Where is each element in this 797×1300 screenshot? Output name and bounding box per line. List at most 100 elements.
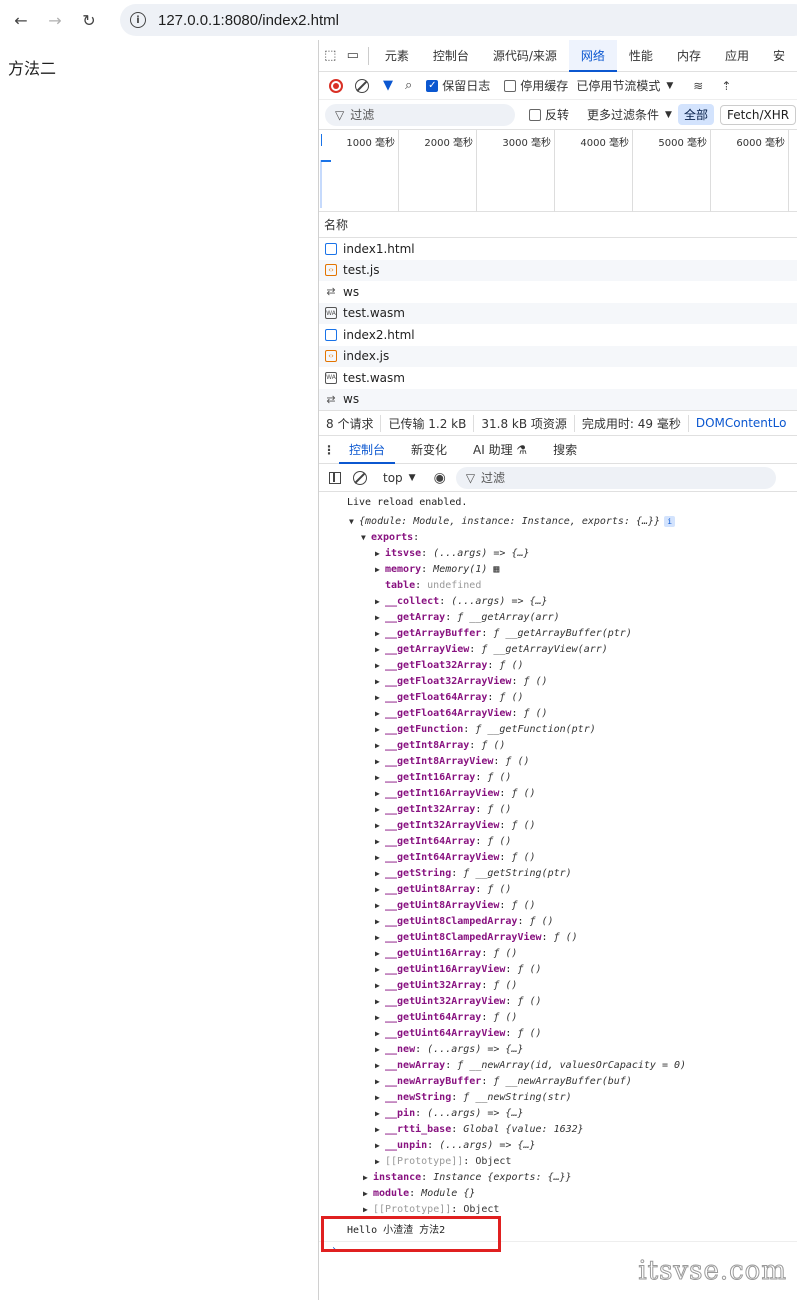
collapsed-triangle-icon[interactable]: ▶ (375, 738, 385, 754)
console-exports-node[interactable]: ▼ exports: (319, 530, 797, 546)
console-property[interactable]: ▶ __getUint8ClampedArrayView: ƒ () (319, 930, 797, 946)
reload-icon[interactable]: ↻ (76, 7, 102, 33)
collapsed-triangle-icon[interactable]: ▶ (375, 818, 385, 834)
console-sidebar-icon[interactable] (329, 471, 341, 484)
collapsed-triangle-icon[interactable]: ▶ (375, 1058, 385, 1074)
forward-icon[interactable]: → (42, 7, 68, 33)
console-filter-input[interactable]: ▽ 过滤 (455, 466, 776, 489)
console-property[interactable]: ▶ __unpin: (...args) => {…} (319, 1138, 797, 1154)
console-property[interactable]: ▶ itsvse: (...args) => {…} (319, 546, 797, 562)
filter-icon[interactable]: ▼ (383, 78, 393, 93)
more-filters-button[interactable]: 更多过滤条件 (587, 106, 659, 123)
url-text[interactable]: 127.0.0.1:8080/index2.html (158, 12, 339, 29)
disable-cache-checkbox[interactable] (504, 79, 517, 92)
collapsed-triangle-icon[interactable]: ▶ (375, 562, 385, 578)
collapsed-triangle-icon[interactable]: ▶ (375, 706, 385, 722)
collapsed-triangle-icon[interactable]: ▶ (375, 1074, 385, 1090)
request-row[interactable]: index1.html (319, 238, 797, 260)
drawer-tab[interactable]: 控制台 (339, 436, 396, 464)
console-property[interactable]: ▶ __getInt32Array: ƒ () (319, 802, 797, 818)
device-toolbar-icon[interactable]: ▭ (342, 48, 365, 63)
request-row[interactable]: ⇄ ws (319, 281, 797, 303)
console-property[interactable]: ▶ __newString: ƒ __newString(str) (319, 1090, 797, 1106)
request-row[interactable]: WA test.wasm (319, 302, 797, 324)
console-property[interactable]: ▶ module: Module {} (319, 1186, 797, 1202)
devtools-tab[interactable]: 元素 (373, 40, 421, 72)
collapsed-triangle-icon[interactable]: ▶ (375, 674, 385, 690)
console-property[interactable]: ▶ __collect: (...args) => {…} (319, 594, 797, 610)
console-property[interactable]: ▶ __getInt64Array: ƒ () (319, 834, 797, 850)
console-property[interactable]: ▶ __getFloat64Array: ƒ () (319, 690, 797, 706)
collapsed-triangle-icon[interactable]: ▶ (375, 786, 385, 802)
network-conditions-icon[interactable]: ≋ (693, 79, 703, 93)
collapsed-triangle-icon[interactable]: ▶ (375, 642, 385, 658)
console-property[interactable]: ▶ __new: (...args) => {…} (319, 1042, 797, 1058)
console-property[interactable]: ▶ __getInt8ArrayView: ƒ () (319, 754, 797, 770)
console-property[interactable]: ▶ instance: Instance {exports: {…}} (319, 1170, 797, 1186)
collapsed-triangle-icon[interactable]: ▶ (375, 994, 385, 1010)
collapsed-triangle-icon[interactable]: ▶ (375, 770, 385, 786)
console-property[interactable]: ▶ memory: Memory(1) ▦ (319, 562, 797, 578)
console-property[interactable]: ▶ __newArray: ƒ __newArray(id, valuesOrCa… (319, 1058, 797, 1074)
console-property[interactable]: ▶ __pin: (...args) => {…} (319, 1106, 797, 1122)
console-property[interactable]: ▶ __getFloat32Array: ƒ () (319, 658, 797, 674)
collapsed-triangle-icon[interactable]: ▶ (375, 1122, 385, 1138)
collapsed-triangle-icon[interactable]: ▶ (375, 978, 385, 994)
collapsed-triangle-icon[interactable]: ▶ (375, 594, 385, 610)
collapsed-triangle-icon[interactable]: ▶ (375, 626, 385, 642)
collapsed-triangle-icon[interactable]: ▶ (375, 834, 385, 850)
collapsed-triangle-icon[interactable]: ▶ (375, 898, 385, 914)
console-property[interactable]: ▶ __getUint64Array: ƒ () (319, 1010, 797, 1026)
drawer-tab[interactable]: 搜索 (543, 436, 587, 464)
invert-checkbox[interactable] (529, 108, 541, 121)
site-info-icon[interactable]: i (130, 12, 146, 28)
console-property[interactable]: ▶ __getInt16Array: ƒ () (319, 770, 797, 786)
console-property[interactable]: ▶ __getString: ƒ __getString(ptr) (319, 866, 797, 882)
collapsed-triangle-icon[interactable]: ▶ (375, 1154, 385, 1170)
import-icon[interactable]: ⇡ (721, 79, 731, 93)
request-row[interactable]: ⇄ ws (319, 388, 797, 410)
console-property[interactable]: table: undefined (319, 578, 797, 594)
console-property[interactable]: ▶ __rtti_base: Global {value: 1632} (319, 1122, 797, 1138)
devtools-tab[interactable]: 内存 (665, 40, 713, 72)
more-options-icon[interactable]: ⋮ (319, 443, 339, 457)
devtools-tab[interactable]: 安 (761, 40, 797, 72)
collapsed-triangle-icon[interactable]: ▶ (375, 946, 385, 962)
address-bar[interactable]: i 127.0.0.1:8080/index2.html (120, 4, 797, 36)
clear-icon[interactable] (355, 78, 369, 93)
filter-all-button[interactable]: 全部 (677, 104, 714, 125)
collapsed-triangle-icon[interactable]: ▶ (363, 1170, 373, 1186)
console-property[interactable]: ▶ __getArray: ƒ __getArray(arr) (319, 610, 797, 626)
console-property[interactable]: ▶ __getFloat32ArrayView: ƒ () (319, 674, 797, 690)
request-row[interactable]: WA test.wasm (319, 367, 797, 389)
devtools-tab[interactable]: 网络 (568, 40, 617, 72)
throttle-select[interactable]: 已停用节流模式 (576, 77, 660, 94)
collapsed-triangle-icon[interactable]: ▶ (375, 882, 385, 898)
collapsed-triangle-icon[interactable]: ▶ (375, 658, 385, 674)
console-property[interactable]: ▶ __getUint8Array: ƒ () (319, 882, 797, 898)
context-select[interactable]: top (383, 471, 403, 485)
console-property[interactable]: ▶ __getInt32ArrayView: ƒ () (319, 818, 797, 834)
filter-fetch-xhr-button[interactable]: Fetch/XHR (719, 104, 797, 125)
console-property[interactable]: ▶ __newArrayBuffer: ƒ __newArrayBuffer(bu… (319, 1074, 797, 1090)
devtools-tab[interactable]: 控制台 (421, 40, 481, 72)
collapsed-triangle-icon[interactable]: ▶ (363, 1186, 373, 1202)
clear-console-icon[interactable] (353, 470, 367, 485)
info-icon[interactable]: i (664, 516, 676, 527)
requests-header-name[interactable]: 名称 (319, 212, 797, 238)
console-property[interactable]: ▶ __getUint8ClampedArray: ƒ () (319, 914, 797, 930)
console-property[interactable]: ▶ [[Prototype]]: Object (319, 1154, 797, 1170)
collapsed-triangle-icon[interactable]: ▶ (375, 930, 385, 946)
chevron-down-icon[interactable]: ▼ (666, 81, 673, 91)
network-timeline[interactable]: 1000 毫秒 2000 毫秒 3000 毫秒 4000 毫秒 5000 毫秒 6000 … (319, 130, 797, 212)
inspect-element-icon[interactable]: ⬚ (319, 48, 342, 63)
console-property[interactable]: ▶ __getInt64ArrayView: ƒ () (319, 850, 797, 866)
collapsed-triangle-icon[interactable]: ▶ (375, 1026, 385, 1042)
console-property[interactable]: ▶ __getArrayView: ƒ __getArrayView(arr) (319, 642, 797, 658)
console-property[interactable]: ▶ __getUint8ArrayView: ƒ () (319, 898, 797, 914)
console-property[interactable]: ▶ __getArrayBuffer: ƒ __getArrayBuffer(pt… (319, 626, 797, 642)
chevron-down-icon[interactable]: ▼ (409, 473, 416, 483)
devtools-tab[interactable]: 应用 (713, 40, 761, 72)
collapsed-triangle-icon[interactable]: ▶ (375, 754, 385, 770)
console-property[interactable]: ▶ __getUint32ArrayView: ƒ () (319, 994, 797, 1010)
